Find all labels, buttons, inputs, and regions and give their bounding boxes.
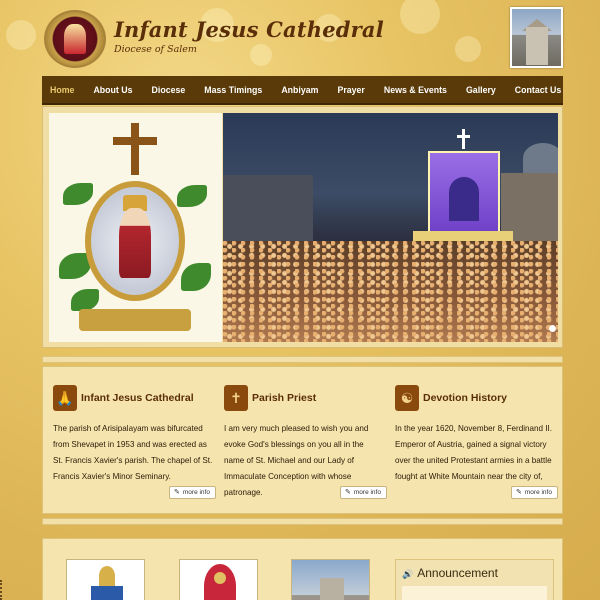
more-info-label: more info	[353, 489, 381, 496]
cross-icon: ✝	[224, 385, 248, 411]
cross-icon	[462, 129, 465, 149]
card-text: In the year 1620, November 8, Ferdinand …	[395, 424, 553, 481]
site-title[interactable]: Infant Jesus Cathedral	[114, 17, 384, 42]
card-text: The parish of Arisipalayam was bifurcate…	[53, 424, 213, 481]
dome	[523, 143, 558, 173]
bishop-emblem-thumbnail[interactable]	[179, 559, 258, 600]
bokeh-light	[6, 20, 36, 50]
shield-icon	[91, 586, 123, 600]
announcement-title: Announcement	[417, 566, 498, 580]
nav-item-mass-timings[interactable]: Mass Timings	[204, 85, 262, 95]
leaf	[177, 185, 207, 207]
edit-icon: ✎	[174, 489, 180, 496]
emblem-medallion	[214, 572, 226, 584]
nav-item-contact-us[interactable]: Contact Us	[515, 85, 561, 95]
divider-bar	[42, 356, 563, 363]
crowd	[223, 241, 558, 342]
site-subtitle: Diocese of Salem	[114, 44, 197, 55]
nav-item-home[interactable]: Home	[50, 85, 74, 95]
header-church-image	[510, 7, 563, 68]
more-info-button[interactable]: ✎ more info	[169, 486, 216, 499]
edge-handle	[0, 580, 8, 600]
church-facade	[320, 578, 344, 600]
yin-yang-icon: ☯	[395, 385, 419, 411]
ornamental-base	[79, 309, 191, 331]
papal-emblem-thumbnail[interactable]	[66, 559, 145, 600]
divider-bar	[42, 518, 563, 525]
speaker-icon: 🔊	[402, 569, 414, 579]
cross-icon	[131, 123, 139, 175]
papal-keys-icon	[99, 566, 115, 586]
arched-window	[449, 177, 479, 221]
site-logo[interactable]	[44, 10, 106, 68]
more-info-label: more info	[182, 489, 210, 496]
church-facade	[526, 27, 548, 65]
image-slider	[42, 106, 563, 348]
announcement-header: 🔊 Announcement	[402, 566, 498, 580]
slider-dot[interactable]	[549, 325, 556, 332]
more-info-button[interactable]: ✎ more info	[340, 486, 387, 499]
card-title[interactable]: Devotion History	[423, 392, 507, 404]
nav-item-diocese[interactable]: Diocese	[152, 85, 186, 95]
main-navigation: Home About Us Diocese Mass Timings Anbiy…	[42, 76, 563, 105]
infant-jesus-illustration	[49, 113, 222, 342]
edit-icon: ✎	[516, 489, 522, 496]
leaf	[181, 263, 211, 291]
nav-item-news-events[interactable]: News & Events	[384, 85, 447, 95]
more-info-button[interactable]: ✎ more info	[511, 486, 558, 499]
building	[223, 175, 313, 245]
edit-icon: ✎	[345, 489, 351, 496]
cathedral-night-photo	[223, 113, 558, 342]
announcement-body	[402, 586, 547, 600]
nav-item-gallery[interactable]: Gallery	[466, 85, 496, 95]
church-thumbnail[interactable]	[291, 559, 370, 600]
bokeh-light	[250, 44, 272, 66]
infant-jesus-figure	[119, 208, 151, 278]
praying-hands-icon: 🙏	[53, 385, 77, 411]
leaf	[71, 289, 99, 311]
cross-bar	[457, 135, 470, 138]
bokeh-light	[400, 0, 440, 34]
slider-pagination	[549, 325, 558, 332]
cross-bar	[113, 137, 157, 145]
announcement-box: 🔊 Announcement	[395, 559, 554, 600]
bokeh-light	[455, 36, 481, 62]
more-info-label: more info	[524, 489, 552, 496]
bottom-section: 🔊 Announcement	[42, 538, 563, 600]
nav-item-about-us[interactable]: About Us	[93, 85, 132, 95]
nav-item-anbiyam[interactable]: Anbiyam	[281, 85, 318, 95]
card-title[interactable]: Parish Priest	[252, 392, 316, 404]
leaf	[63, 183, 93, 205]
infant-jesus-logo-icon	[64, 24, 86, 54]
info-section: 🙏 Infant Jesus Cathedral The parish of A…	[42, 366, 563, 514]
card-title[interactable]: Infant Jesus Cathedral	[81, 392, 194, 404]
nav-item-prayer[interactable]: Prayer	[337, 85, 364, 95]
